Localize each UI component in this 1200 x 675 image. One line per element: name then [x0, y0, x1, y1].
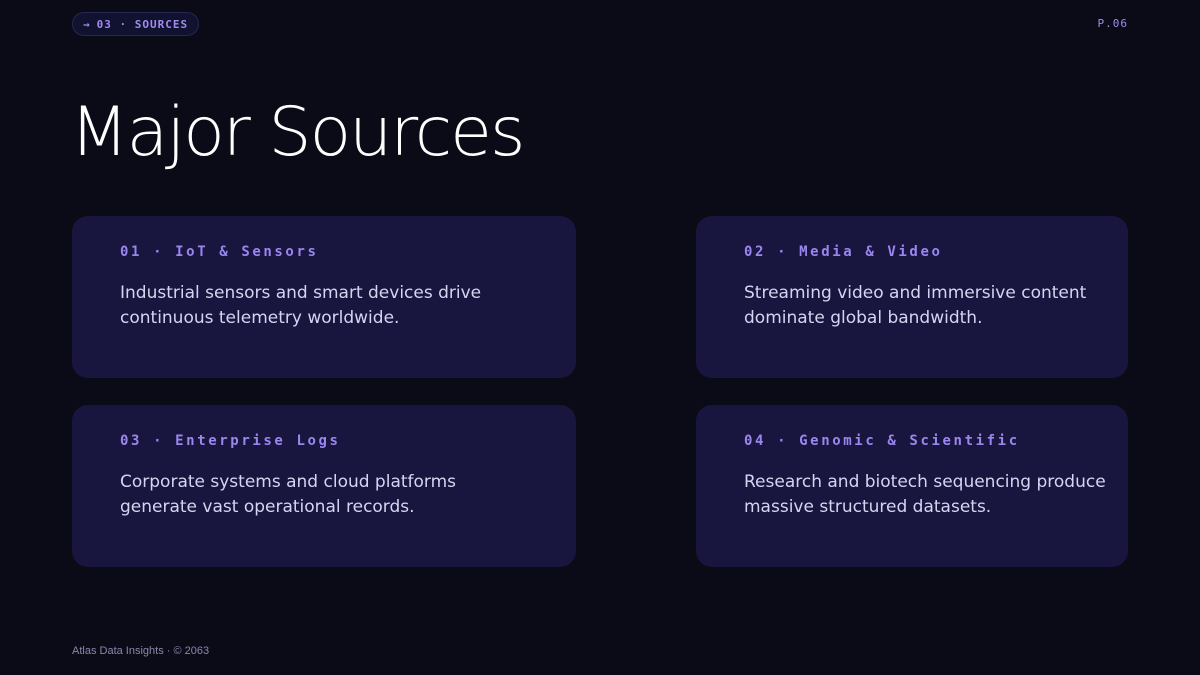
card-description: Research and biotech sequencing produce … — [744, 472, 1106, 517]
card-description: Streaming video and immersive content do… — [744, 283, 1087, 328]
card-label: 01 · IoT & Sensors — [120, 244, 319, 260]
card-label: 02 · Media & Video — [744, 244, 943, 260]
section-label: 03 · SOURCES — [96, 17, 189, 31]
page-title: Major Sources — [70, 93, 525, 172]
arrow-right-icon: → — [83, 17, 91, 31]
source-card-genomic: 04 · Genomic & Scientific Research and b… — [696, 405, 1128, 567]
section-badge: → 03 · SOURCES — [72, 12, 200, 36]
footer-credit: Atlas Data Insights · © 2063 — [72, 645, 210, 657]
card-label: 03 · Enterprise Logs — [120, 433, 341, 449]
page-number: P.06 — [1097, 17, 1128, 30]
card-label: 04 · Genomic & Scientific — [744, 433, 1020, 449]
source-card-iot: 01 · IoT & Sensors Industrial sensors an… — [72, 216, 576, 378]
source-card-enterprise: 03 · Enterprise Logs Corporate systems a… — [72, 405, 576, 567]
source-card-media: 02 · Media & Video Streaming video and i… — [696, 216, 1128, 378]
card-description: Corporate systems and cloud platforms ge… — [120, 472, 457, 517]
card-description: Industrial sensors and smart devices dri… — [120, 283, 482, 328]
